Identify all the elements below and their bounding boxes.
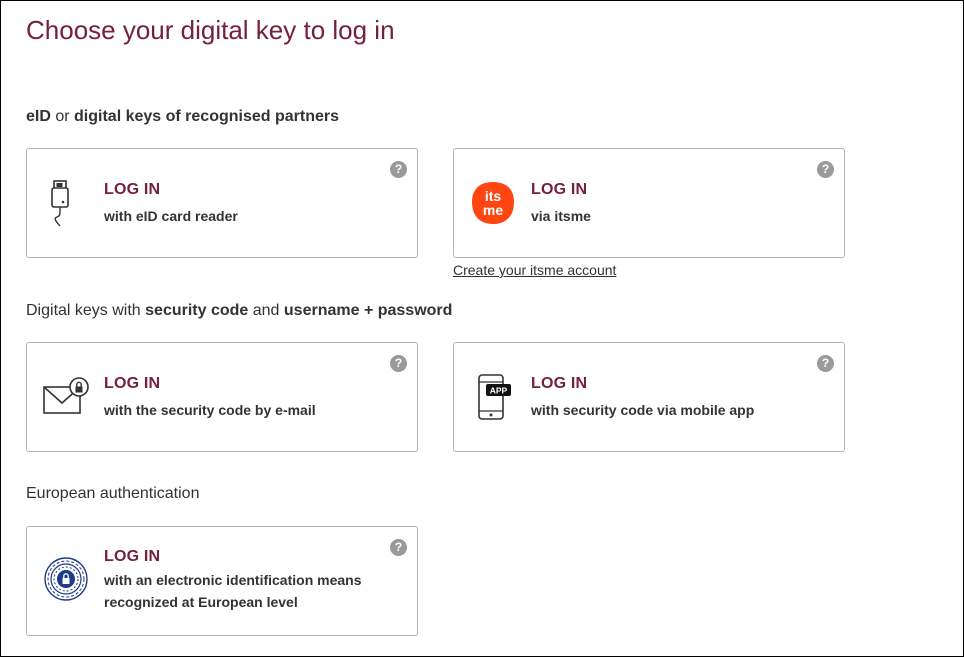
login-mobile-app-card[interactable]: APP LOG IN with security code via mobile… — [453, 342, 845, 452]
email-lock-icon — [42, 373, 90, 421]
card-subtitle: with an electronic identification means … — [104, 572, 362, 610]
eid-card-reader-icon — [42, 179, 90, 227]
login-european-card[interactable]: LOG IN with an electronic identification… — [26, 526, 418, 636]
page-title: Choose your digital key to log in — [26, 15, 395, 45]
heading-part: and — [248, 302, 284, 319]
heading-part: Digital keys with — [26, 302, 146, 319]
section-heading-partners: eID or digital keys of recognised partne… — [26, 108, 339, 126]
card-title: LOG IN — [531, 375, 588, 392]
help-icon[interactable]: ? — [390, 539, 407, 556]
heading-part: European authentication — [26, 485, 200, 502]
card-title: LOG IN — [531, 181, 588, 198]
card-subtitle: via itsme — [531, 208, 591, 224]
card-subtitle: with security code via mobile app — [531, 402, 755, 418]
create-itsme-account-link[interactable]: Create your itsme account — [453, 262, 616, 278]
european-eid-icon — [42, 555, 90, 603]
section-heading-european: European authentication — [26, 485, 199, 503]
help-icon[interactable]: ? — [390, 161, 407, 178]
help-icon[interactable]: ? — [390, 355, 407, 372]
heading-part: eID — [26, 108, 51, 125]
heading-part: security code — [145, 302, 249, 319]
section-heading-security-code: Digital keys with security code and user… — [26, 302, 452, 320]
card-title: LOG IN — [104, 548, 161, 565]
login-itsme-card[interactable]: its me LOG IN via itsme ? — [453, 148, 845, 258]
heading-part: or — [50, 108, 75, 125]
app-badge-text: APP — [490, 386, 508, 396]
heading-part: digital keys of recognised partners — [74, 108, 339, 125]
card-title: LOG IN — [104, 375, 161, 392]
help-icon[interactable]: ? — [817, 161, 834, 178]
login-eid-card[interactable]: LOG IN with eID card reader ? — [26, 148, 418, 258]
card-title: LOG IN — [104, 181, 161, 198]
login-email-card[interactable]: LOG IN with the security code by e-mail … — [26, 342, 418, 452]
itsme-logo-icon: its me — [469, 179, 517, 227]
itsme-logo-text: me — [483, 202, 503, 218]
card-subtitle: with eID card reader — [104, 208, 238, 224]
heading-part: username + password — [283, 302, 453, 319]
mobile-app-icon: APP — [469, 373, 517, 421]
card-subtitle: with the security code by e-mail — [104, 402, 316, 418]
help-icon[interactable]: ? — [817, 355, 834, 372]
